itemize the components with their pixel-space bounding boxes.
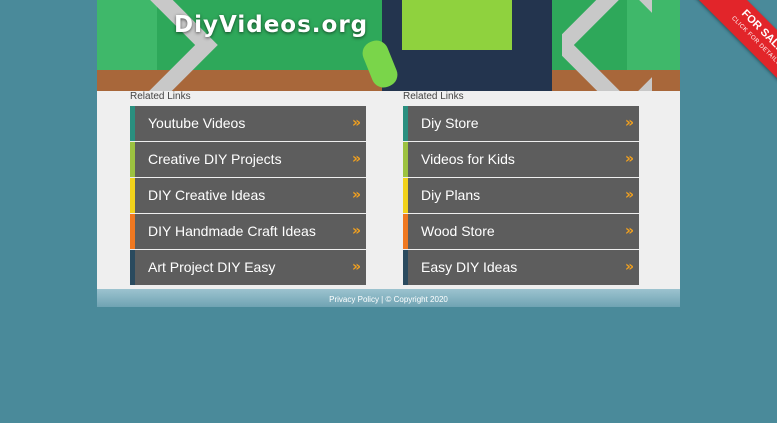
accent-bar bbox=[130, 178, 135, 213]
link-item-diy-creative-ideas[interactable]: DIY Creative Ideas » bbox=[130, 178, 366, 213]
for-sale-ribbon[interactable]: FOR SALE! CLICK FOR DETAILS bbox=[687, 0, 777, 90]
link-label: Wood Store bbox=[421, 223, 495, 239]
column-title: Related Links bbox=[130, 91, 191, 102]
accent-bar bbox=[403, 178, 408, 213]
double-chevron-right-icon: » bbox=[624, 151, 634, 167]
accent-bar bbox=[403, 142, 408, 177]
accent-bar bbox=[403, 106, 408, 141]
link-list: Diy Store » Videos for Kids » Diy Plans … bbox=[403, 106, 639, 285]
related-links-panel: Related Links Youtube Videos » Creative … bbox=[97, 91, 680, 289]
double-chevron-right-icon: » bbox=[624, 187, 634, 203]
accent-bar bbox=[130, 142, 135, 177]
column-title: Related Links bbox=[403, 91, 464, 102]
accent-bar bbox=[403, 214, 408, 249]
site-logo-title[interactable]: DiyVideos.org bbox=[174, 12, 368, 38]
link-label: Diy Store bbox=[421, 115, 479, 131]
double-chevron-right-icon: » bbox=[624, 259, 634, 275]
link-list: Youtube Videos » Creative DIY Projects »… bbox=[130, 106, 366, 285]
link-label: Easy DIY Ideas bbox=[421, 259, 518, 275]
accent-bar bbox=[130, 106, 135, 141]
link-item-videos-for-kids[interactable]: Videos for Kids » bbox=[403, 142, 639, 177]
link-item-art-project-diy-easy[interactable]: Art Project DIY Easy » bbox=[130, 250, 366, 285]
ribbon-title: FOR SALE! bbox=[739, 7, 777, 58]
double-chevron-right-icon: » bbox=[351, 223, 361, 239]
footer-bar: Privacy Policy | © Copyright 2020 bbox=[97, 289, 680, 307]
double-chevron-right-icon: » bbox=[351, 115, 361, 131]
link-label: Diy Plans bbox=[421, 187, 481, 203]
link-label: Art Project DIY Easy bbox=[148, 259, 276, 275]
link-label: Creative DIY Projects bbox=[148, 151, 282, 167]
related-links-right: Related Links Diy Store » Videos for Kid… bbox=[403, 91, 639, 286]
accent-bar bbox=[130, 214, 135, 249]
link-item-easy-diy-ideas[interactable]: Easy DIY Ideas » bbox=[403, 250, 639, 285]
link-label: DIY Creative Ideas bbox=[148, 187, 266, 203]
link-item-diy-store[interactable]: Diy Store » bbox=[403, 106, 639, 141]
link-label: Videos for Kids bbox=[421, 151, 515, 167]
double-chevron-right-icon: » bbox=[351, 187, 361, 203]
double-chevron-right-icon: » bbox=[624, 115, 634, 131]
accent-bar bbox=[130, 250, 135, 285]
footer-links[interactable]: Privacy Policy | © Copyright 2020 bbox=[329, 295, 448, 304]
link-item-youtube-videos[interactable]: Youtube Videos » bbox=[130, 106, 366, 141]
chevron-right-decoration bbox=[562, 0, 652, 91]
link-label: DIY Handmade Craft Ideas bbox=[148, 223, 316, 239]
link-item-diy-plans[interactable]: Diy Plans » bbox=[403, 178, 639, 213]
link-item-wood-store[interactable]: Wood Store » bbox=[403, 214, 639, 249]
link-label: Youtube Videos bbox=[148, 115, 246, 131]
double-chevron-right-icon: » bbox=[624, 223, 634, 239]
banner-shirt bbox=[402, 0, 512, 50]
accent-bar bbox=[403, 250, 408, 285]
link-item-diy-handmade-craft-ideas[interactable]: DIY Handmade Craft Ideas » bbox=[130, 214, 366, 249]
double-chevron-right-icon: » bbox=[351, 151, 361, 167]
double-chevron-right-icon: » bbox=[351, 259, 361, 275]
for-sale-ribbon-band[interactable]: FOR SALE! CLICK FOR DETAILS bbox=[694, 0, 777, 90]
related-links-left: Related Links Youtube Videos » Creative … bbox=[130, 91, 366, 286]
link-item-creative-diy-projects[interactable]: Creative DIY Projects » bbox=[130, 142, 366, 177]
